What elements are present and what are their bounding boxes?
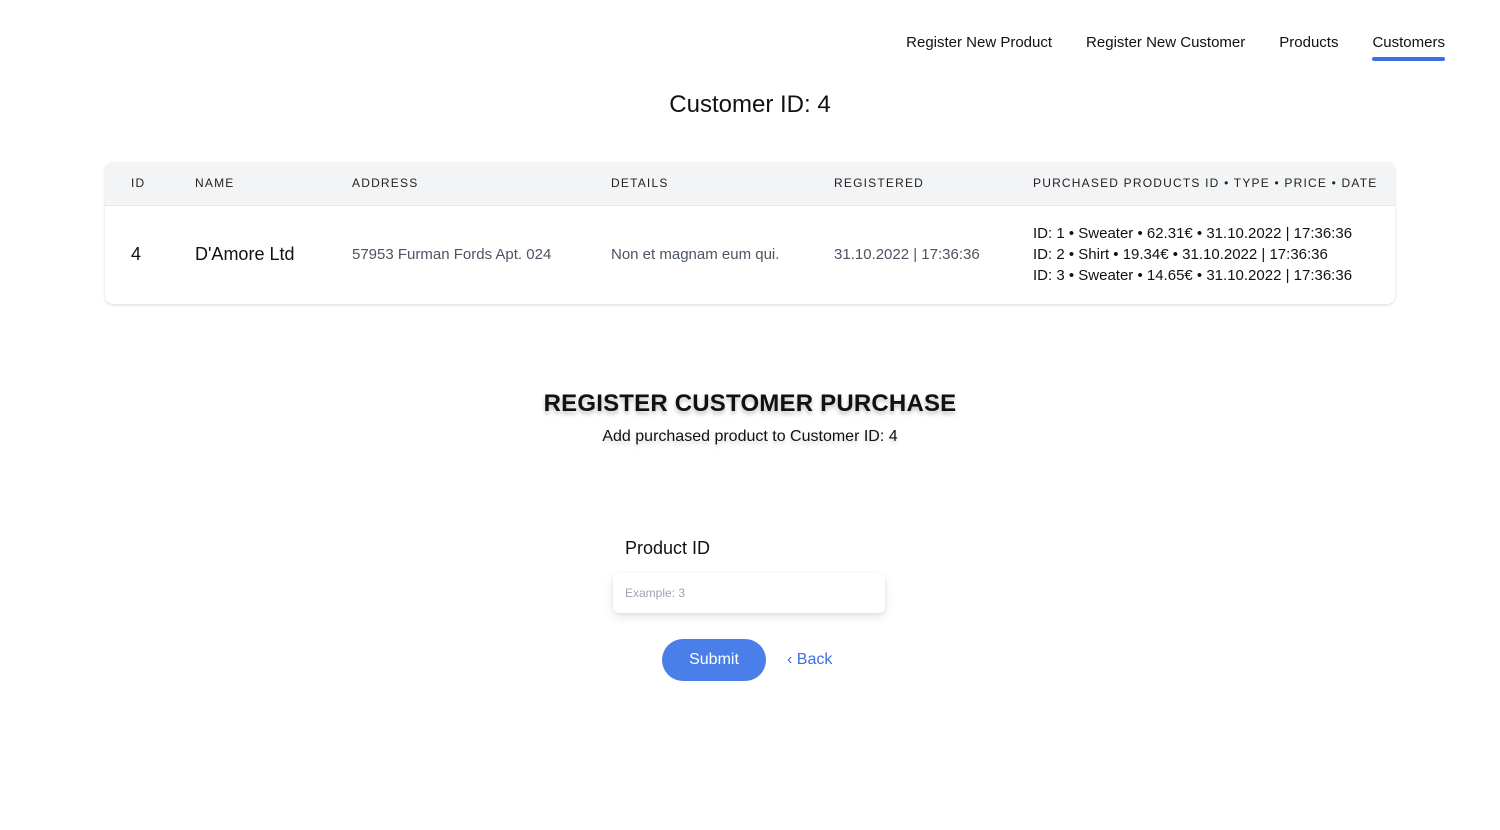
- back-link[interactable]: ‹ Back: [787, 650, 832, 670]
- table-header: ID NAME ADDRESS DETAILS REGISTERED PURCH…: [105, 162, 1395, 205]
- cell-details: Non et magnam eum qui.: [611, 246, 780, 264]
- cell-purchases: ID: 1 • Sweater • 62.31€ • 31.10.2022 | …: [1007, 205, 1395, 304]
- page: Register New Product Register New Custom…: [0, 0, 1500, 830]
- register-purchase-title: REGISTER CUSTOMER PURCHASE: [543, 390, 957, 417]
- nav-customers[interactable]: Customers: [1372, 33, 1445, 61]
- submit-button[interactable]: Submit: [662, 639, 766, 681]
- cell-id: 4: [131, 244, 142, 265]
- register-purchase-subtitle: Add purchased product to Customer ID: 4: [602, 428, 898, 445]
- page-title: Customer ID: 4: [669, 91, 831, 118]
- header-purchased-products: PURCHASED PRODUCTS ID • TYPE • PRICE • D…: [1033, 176, 1378, 191]
- cell-name: D'Amore Ltd: [195, 244, 295, 265]
- purchase-line: ID: 3 • Sweater • 14.65€ • 31.10.2022 | …: [1033, 267, 1353, 285]
- nav-products[interactable]: Products: [1279, 33, 1338, 61]
- customer-table-card: ID NAME ADDRESS DETAILS REGISTERED PURCH…: [105, 162, 1395, 304]
- cell-registered: 31.10.2022 | 17:36:36: [834, 246, 980, 264]
- table-header-row: ID NAME ADDRESS DETAILS REGISTERED PURCH…: [105, 162, 1395, 205]
- product-id-input[interactable]: [613, 573, 885, 613]
- table-row: 4 D'Amore Ltd 57953 Furman Fords Apt. 02…: [105, 205, 1395, 304]
- customer-table: ID NAME ADDRESS DETAILS REGISTERED PURCH…: [105, 162, 1395, 304]
- header-registered: REGISTERED: [834, 176, 925, 191]
- header-name: NAME: [195, 176, 235, 191]
- top-nav: Register New Product Register New Custom…: [906, 33, 1445, 61]
- nav-register-new-product[interactable]: Register New Product: [906, 33, 1052, 61]
- product-id-label: Product ID: [625, 538, 711, 558]
- nav-register-new-customer[interactable]: Register New Customer: [1086, 33, 1245, 61]
- cell-address: 57953 Furman Fords Apt. 024: [352, 246, 552, 264]
- header-id: ID: [131, 176, 146, 191]
- header-details: DETAILS: [611, 176, 669, 191]
- purchase-line: ID: 1 • Sweater • 62.31€ • 31.10.2022 | …: [1033, 225, 1353, 243]
- purchase-line: ID: 2 • Shirt • 19.34€ • 31.10.2022 | 17…: [1033, 246, 1328, 264]
- header-address: ADDRESS: [352, 176, 419, 191]
